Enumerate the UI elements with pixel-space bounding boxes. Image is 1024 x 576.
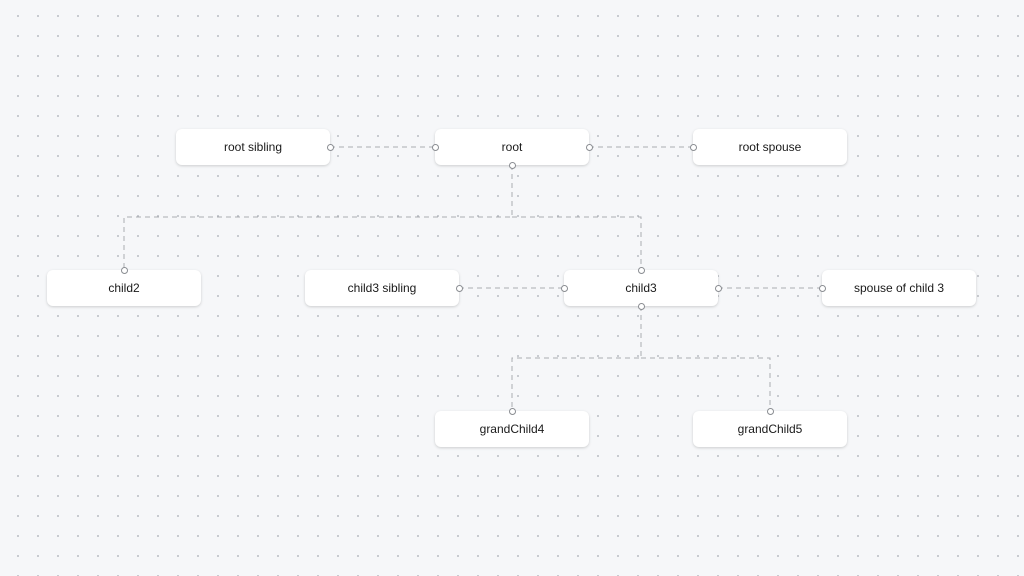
node-label: spouse of child 3 [853,281,945,295]
node-root-sibling[interactable]: root sibling [176,129,334,165]
handle-top[interactable] [637,266,645,274]
edge-root-to-child3 [512,216,642,270]
handle-left[interactable] [560,284,568,292]
node-label: root [501,140,523,154]
handle-top[interactable] [766,407,774,415]
handle-right[interactable] [585,143,593,151]
handle-bottom[interactable] [637,302,645,310]
node-label: grandChild4 [479,422,545,436]
node-grandchild5[interactable]: grandChild5 [693,407,847,447]
node-root-spouse[interactable]: root spouse [689,129,847,165]
handle-left[interactable] [689,143,697,151]
edge-root-to-child2 [123,165,513,270]
node-label: child3 sibling [347,281,417,295]
handle-bottom[interactable] [508,161,516,169]
edge-child3-to-grandchild5 [641,357,771,411]
handle-left[interactable] [431,143,439,151]
node-label: root spouse [738,140,802,154]
node-label: child2 [108,281,140,295]
node-child3[interactable]: child3 [560,266,722,310]
handle-right[interactable] [455,284,463,292]
node-child2[interactable]: child2 [47,266,201,306]
node-child3-sibling[interactable]: child3 sibling [305,270,463,306]
handle-top[interactable] [508,407,516,415]
handle-right[interactable] [326,143,334,151]
edge-child3-to-grandchild4 [511,306,642,411]
node-label: grandChild5 [737,422,803,436]
node-label: root sibling [223,140,283,154]
node-grandchild4[interactable]: grandChild4 [435,407,589,447]
node-label: child3 [625,281,657,295]
node-spouse-of-child3[interactable]: spouse of child 3 [818,270,976,306]
node-root[interactable]: root [431,129,593,169]
handle-right[interactable] [714,284,722,292]
handle-left[interactable] [818,284,826,292]
handle-top[interactable] [120,266,128,274]
